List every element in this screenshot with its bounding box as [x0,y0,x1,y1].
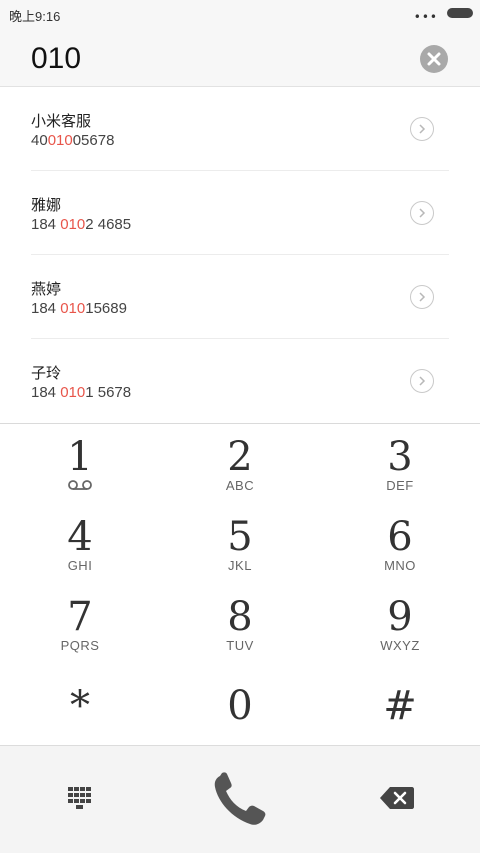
key-star[interactable]: * [0,664,160,744]
backspace-button[interactable] [378,784,416,812]
number-match-highlight: 010 [60,300,86,317]
number-prefix: 40 [31,132,48,149]
key-letters: WXYZ [380,638,420,653]
contact-number: 4001005678 [31,132,114,149]
phone-handset-icon [214,772,266,825]
key-digit: 6 [387,514,413,560]
number-suffix: 2 4685 [85,216,132,233]
voicemail-icon [68,480,92,490]
key-9[interactable]: 9 WXYZ [320,584,480,664]
backspace-icon [380,787,414,809]
key-0[interactable]: 0 [160,664,320,744]
key-digit: 8 [227,594,253,640]
key-digit: 0 [227,683,253,729]
key-letters: ABC [225,478,255,493]
key-hash[interactable]: # [320,664,480,744]
number-prefix: 184 [31,384,61,401]
contact-result-row[interactable]: 雅娜 184 0102 4685 [0,171,480,255]
contact-result-row[interactable]: 燕婷 184 01015689 [0,255,480,339]
dialed-number-input[interactable]: 010 [31,42,81,76]
number-prefix: 184 [31,216,61,233]
number-suffix: 1 5678 [85,384,132,401]
number-match-highlight: 010 [47,132,73,149]
contact-detail-button[interactable] [410,285,434,309]
contact-results-list: 小米客服 4001005678 雅娜 184 0102 4685 燕婷 184 … [0,87,480,423]
key-digit: # [383,683,417,729]
number-match-highlight: 010 [60,216,86,233]
dial-keypad: 1 2 ABC 3 DEF 4 GHI 5 JKL 6 MNO 7 PQRS 8… [0,423,480,745]
key-letters: MNO [384,558,416,573]
key-letters: GHI [67,558,93,573]
contact-detail-button[interactable] [410,201,434,225]
dialer-action-bar [0,745,480,853]
key-8[interactable]: 8 TUV [160,584,320,664]
contact-detail-button[interactable] [410,117,434,141]
close-circle-icon [427,52,441,66]
contact-name: 小米客服 [31,112,92,130]
status-time: 晚上9:16 [9,9,61,24]
key-digit: 5 [227,514,253,560]
key-2[interactable]: 2 ABC [160,424,320,504]
status-bar: 晚上9:16 ••• [0,0,480,28]
contact-name: 雅娜 [31,196,62,214]
number-suffix: 15689 [85,300,127,317]
key-digit: 4 [67,514,93,560]
dial-header: 010 [0,28,480,87]
dialpad-grid-icon [68,787,91,809]
contact-result-row[interactable]: 子玲 184 0101 5678 [0,339,480,423]
contact-name: 子玲 [31,364,62,382]
key-digit: 9 [387,594,413,640]
key-letters: JKL [228,558,252,573]
key-letters: PQRS [60,638,100,653]
battery-icon [447,8,473,18]
key-1[interactable]: 1 [0,424,160,504]
key-5[interactable]: 5 JKL [160,504,320,584]
contact-result-row[interactable]: 小米客服 4001005678 [0,87,480,171]
key-digit: 7 [67,594,93,640]
chevron-right-circle-icon [419,292,426,302]
key-digit: 1 [67,434,93,480]
contact-name: 燕婷 [31,280,62,298]
chevron-right-circle-icon [419,124,426,134]
contact-number: 184 01015689 [31,300,127,317]
chevron-right-circle-icon [419,376,426,386]
number-prefix: 184 [31,300,61,317]
contact-number: 184 0101 5678 [31,384,131,401]
status-more-dots: ••• [413,10,438,24]
call-button[interactable] [206,768,274,832]
contact-detail-button[interactable] [410,369,434,393]
key-letters: DEF [386,478,414,493]
number-suffix: 05678 [72,132,115,149]
chevron-right-circle-icon [419,208,426,218]
key-letters: TUV [226,638,254,653]
key-3[interactable]: 3 DEF [320,424,480,504]
key-digit: 2 [227,434,253,480]
key-4[interactable]: 4 GHI [0,504,160,584]
clear-input-button[interactable] [420,45,448,73]
key-7[interactable]: 7 PQRS [0,584,160,664]
number-match-highlight: 010 [60,384,86,401]
key-6[interactable]: 6 MNO [320,504,480,584]
key-digit: * [70,683,90,729]
key-digit: 3 [387,434,413,480]
dialpad-toggle-button[interactable] [62,782,98,814]
contact-number: 184 0102 4685 [31,216,131,233]
